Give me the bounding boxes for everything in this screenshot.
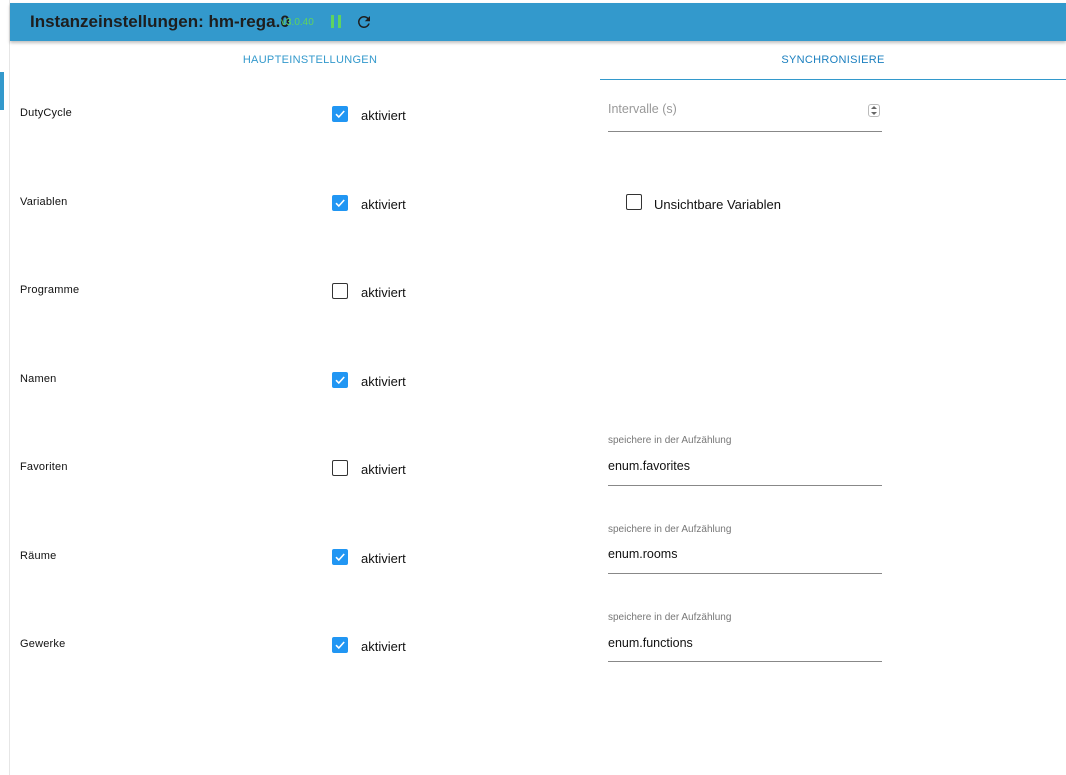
reload-icon[interactable] <box>355 13 373 31</box>
programme-checkbox-label[interactable]: aktiviert <box>361 285 406 300</box>
check-icon <box>335 199 345 208</box>
gewerke-checkbox[interactable] <box>332 637 348 653</box>
rooms-enum-caption: speichere in der Aufzählung <box>608 524 732 535</box>
favorites-enum-caption: speichere in der Aufzählung <box>608 435 732 446</box>
check-icon <box>335 553 345 562</box>
favorites-enum-field[interactable]: speichere in der Aufzählung enum.favorit… <box>608 433 882 486</box>
dutycycle-checkbox-label[interactable]: aktiviert <box>361 108 406 123</box>
invisible-variables-label[interactable]: Unsichtbare Variablen <box>654 197 781 212</box>
rail-active-marker <box>0 72 4 110</box>
check-icon <box>335 376 345 385</box>
row-label-namen: Namen <box>20 373 57 385</box>
gewerke-checkbox-label[interactable]: aktiviert <box>361 639 406 654</box>
favoriten-checkbox-label[interactable]: aktiviert <box>361 462 406 477</box>
tab-synchronisiere[interactable]: SYNCHRONISIERE <box>600 41 1066 80</box>
dialog-title: Instanzeinstellungen: hm-rega.0 <box>30 12 290 31</box>
programme-checkbox[interactable] <box>332 283 348 299</box>
namen-checkbox-label[interactable]: aktiviert <box>361 374 406 389</box>
row-label-programme: Programme <box>20 284 80 296</box>
favorites-enum-value: enum.favorites <box>608 459 690 473</box>
functions-enum-field[interactable]: speichere in der Aufzählung enum.functio… <box>608 610 882 662</box>
pause-icon[interactable] <box>331 15 343 28</box>
rooms-enum-field[interactable]: speichere in der Aufzählung enum.rooms <box>608 522 882 574</box>
left-rail <box>0 0 10 775</box>
row-label-dutycycle: DutyCycle <box>20 107 72 119</box>
tab-bar: HAUPTEINSTELLUNGEN SYNCHRONISIERE <box>10 41 1066 80</box>
row-label-gewerke: Gewerke <box>20 638 66 650</box>
dialog-header: Instanzeinstellungen: hm-rega.0 v3.0.40 <box>10 3 1066 41</box>
favoriten-checkbox[interactable] <box>332 460 348 476</box>
row-label-variablen: Variablen <box>20 196 68 208</box>
raeume-checkbox-label[interactable]: aktiviert <box>361 551 406 566</box>
check-icon <box>335 641 345 650</box>
interval-spinner[interactable] <box>868 104 880 117</box>
tab-haupteinstellungen[interactable]: HAUPTEINSTELLUNGEN <box>10 41 610 79</box>
namen-checkbox[interactable] <box>332 372 348 388</box>
invisible-variables-checkbox[interactable] <box>626 194 642 210</box>
rooms-enum-value: enum.rooms <box>608 547 678 561</box>
raeume-checkbox[interactable] <box>332 549 348 565</box>
variablen-checkbox[interactable] <box>332 195 348 211</box>
functions-enum-value: enum.functions <box>608 636 693 650</box>
dutycycle-checkbox[interactable] <box>332 106 348 122</box>
variablen-checkbox-label[interactable]: aktiviert <box>361 197 406 212</box>
check-icon <box>335 110 345 119</box>
interval-placeholder: Intervalle (s) <box>608 102 677 116</box>
functions-enum-caption: speichere in der Aufzählung <box>608 612 732 623</box>
version-badge: v3.0.40 <box>281 17 314 28</box>
row-label-raeume: Räume <box>20 550 57 562</box>
row-label-favoriten: Favoriten <box>20 461 68 473</box>
interval-input[interactable]: Intervalle (s) <box>608 96 882 132</box>
